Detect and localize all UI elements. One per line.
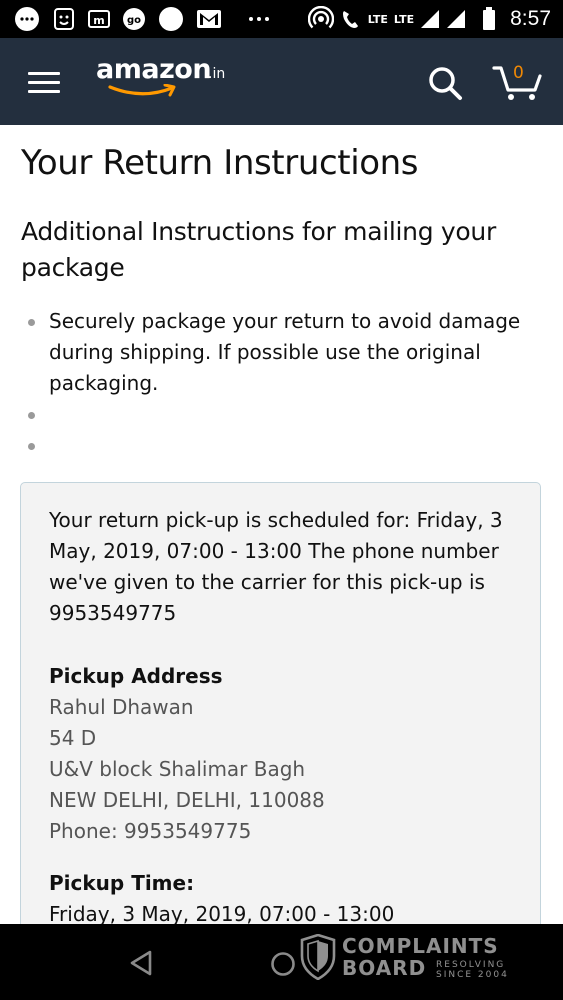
svg-text:m: m [93, 14, 104, 27]
signal-icon [421, 10, 440, 28]
watermark-tagline-1: RESOLVING [436, 960, 506, 970]
address-phone: Phone: 9953549775 [49, 819, 252, 843]
watermark-tagline-2: SINCE 2004 [436, 970, 509, 980]
svg-text:go: go [127, 15, 141, 26]
status-bar: m go LTE LTE 8:57 [0, 0, 563, 38]
address-name: Rahul Dhawan [49, 695, 194, 719]
shield-logo-icon [300, 934, 336, 980]
system-indicators: LTE LTE 8:57 [307, 0, 551, 38]
page-title: Your Return Instructions [21, 143, 419, 183]
cart-count: 0 [513, 63, 524, 83]
search-button[interactable] [426, 64, 466, 104]
battery-icon [483, 7, 496, 30]
menu-button[interactable] [26, 66, 62, 96]
watermark-line-2: BOARD [342, 956, 427, 980]
app-header: amazon .in 0 [0, 38, 563, 125]
hotspot-icon [307, 6, 334, 29]
m-app-icon: m [88, 10, 110, 28]
smile-arrow-icon [108, 84, 176, 97]
watermark-line-1: COMPLAINTS [342, 934, 499, 958]
more-dots-icon [249, 17, 269, 21]
address-line-2: U&V block Shalimar Bagh [49, 757, 306, 781]
list-item [28, 430, 548, 461]
section-heading: Additional Instructions for mailing your… [21, 217, 496, 282]
instructions-list: Securely package your return to avoid da… [28, 306, 548, 461]
circle-app-icon [159, 7, 183, 31]
screen: m go LTE LTE 8:57 amazon .in 0 Your Retu… [0, 0, 563, 1000]
cart-button[interactable]: 0 [492, 60, 544, 104]
list-item: Securely package your return to avoid da… [28, 306, 548, 399]
pickup-info-box: Your return pick-up is scheduled for: Fr… [20, 482, 541, 1000]
signal-icon [447, 10, 466, 28]
wifi-calling-icon [342, 11, 358, 28]
back-icon[interactable] [128, 949, 154, 977]
gmail-icon [197, 10, 221, 28]
clock: 8:57 [510, 7, 551, 30]
list-item [28, 399, 548, 430]
search-icon [429, 67, 462, 100]
amazon-logo[interactable]: amazon .in [96, 54, 236, 102]
network-type-label-2: LTE [393, 12, 415, 26]
chat-bubble-icon [15, 7, 39, 31]
pickup-time-label: Pickup Time: [49, 871, 195, 895]
network-type-label: LTE [367, 12, 388, 26]
pickup-address: Rahul Dhawan 54 D U&V block Shalimar Bag… [49, 692, 530, 847]
pickup-schedule-text: Your return pick-up is scheduled for: Fr… [49, 508, 503, 625]
notification-icons: m go [14, 0, 270, 38]
app-face-icon [54, 8, 74, 30]
address-line-1: 54 D [49, 726, 97, 750]
home-icon[interactable] [270, 951, 296, 977]
logo-suffix: .in [208, 66, 226, 82]
go-app-icon: go [123, 8, 145, 30]
pickup-address-label: Pickup Address [49, 664, 223, 688]
address-city: NEW DELHI, DELHI, 110088 [49, 788, 325, 812]
complaints-board-watermark: COMPLAINTS BOARD RESOLVING SINCE 2004 [300, 934, 530, 984]
logo-text: amazon [96, 54, 212, 85]
